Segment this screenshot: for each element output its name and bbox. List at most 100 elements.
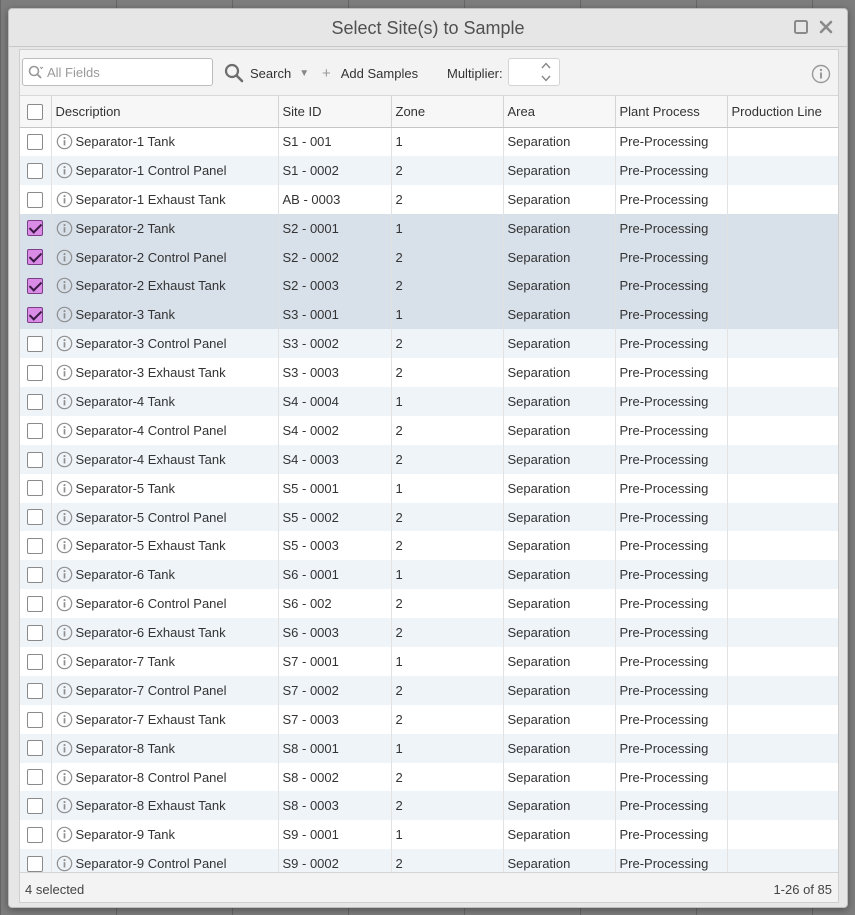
- table-row[interactable]: Separator-8 Tank S8 - 0001 1 Separation Pre-…: [20, 733, 838, 763]
- info-icon[interactable]: [56, 422, 73, 439]
- row-checkbox[interactable]: [27, 393, 43, 410]
- description-cell: Separator-7 Exhaust Tank: [51, 704, 279, 734]
- row-checkbox[interactable]: [27, 827, 43, 844]
- info-icon[interactable]: [56, 711, 73, 728]
- search-field[interactable]: [22, 58, 213, 86]
- info-icon[interactable]: [56, 364, 73, 381]
- table-row[interactable]: Separator-5 Exhaust Tank S5 - 0003 2 Separa…: [20, 531, 838, 561]
- row-checkbox[interactable]: [27, 422, 43, 439]
- row-checkbox[interactable]: [27, 595, 43, 612]
- row-checkbox[interactable]: [27, 711, 43, 728]
- spinner-up-icon[interactable]: [541, 62, 551, 69]
- info-icon[interactable]: [56, 509, 73, 526]
- table-row[interactable]: Separator-3 Exhaust Tank S3 - 0003 2 Separa…: [20, 358, 838, 388]
- column-header-plant-process[interactable]: Plant Process: [615, 96, 728, 128]
- row-checkbox[interactable]: [27, 307, 43, 324]
- row-checkbox[interactable]: [27, 335, 43, 352]
- table-row[interactable]: Separator-9 Control Panel S9 - 0002 2 Separ…: [20, 849, 838, 874]
- table-row[interactable]: Separator-1 Exhaust Tank AB - 0003 2 Separa…: [20, 184, 838, 214]
- table-row[interactable]: Separator-1 Tank S1 - 001 1 Separation Pre-P…: [20, 127, 838, 156]
- row-checkbox[interactable]: [27, 567, 43, 584]
- row-checkbox[interactable]: [27, 798, 43, 815]
- table-row[interactable]: Separator-2 Exhaust Tank S2 - 0003 2 Separa…: [20, 271, 838, 301]
- table-row[interactable]: Separator-5 Control Panel S5 - 0002 2 Separ…: [20, 502, 838, 532]
- dialog-titlebar[interactable]: Select Site(s) to Sample: [9, 9, 847, 47]
- close-button[interactable]: [817, 18, 835, 36]
- info-icon[interactable]: [56, 335, 73, 352]
- info-icon[interactable]: [56, 451, 73, 468]
- info-icon[interactable]: [56, 306, 73, 323]
- table-row[interactable]: Separator-9 Tank S9 - 0001 1 Separation Pre-…: [20, 820, 838, 850]
- info-icon[interactable]: [56, 682, 73, 699]
- row-checkbox[interactable]: [27, 653, 43, 670]
- table-row[interactable]: Separator-4 Exhaust Tank S4 - 0003 2 Separa…: [20, 444, 838, 474]
- row-checkbox[interactable]: [27, 249, 43, 266]
- search-input[interactable]: [47, 62, 207, 82]
- row-checkbox[interactable]: [27, 740, 43, 757]
- info-icon[interactable]: [56, 769, 73, 786]
- row-checkbox[interactable]: [27, 769, 43, 786]
- info-icon[interactable]: [56, 537, 73, 554]
- row-checkbox[interactable]: [27, 451, 43, 468]
- row-checkbox[interactable]: [27, 364, 43, 381]
- column-header-description[interactable]: Description: [51, 96, 279, 128]
- table-row[interactable]: Separator-7 Tank S7 - 0001 1 Separation Pre-…: [20, 647, 838, 676]
- chevron-down-icon[interactable]: ▼: [299, 68, 309, 79]
- table-row[interactable]: Separator-7 Control Panel S7 - 0002 2 Separ…: [20, 675, 838, 705]
- info-icon[interactable]: [56, 797, 73, 814]
- spinner-down-icon[interactable]: [541, 75, 551, 82]
- row-checkbox[interactable]: [27, 278, 43, 295]
- table-row[interactable]: Separator-4 Tank S4 - 0004 1 Separation Pre-…: [20, 387, 838, 416]
- row-checkbox[interactable]: [27, 480, 43, 497]
- table-row[interactable]: Separator-4 Control Panel S4 - 0002 2 Separ…: [20, 415, 838, 445]
- multiplier-stepper[interactable]: [508, 58, 560, 86]
- table-row[interactable]: Separator-2 Control Panel S2 - 0002 2 Separ…: [20, 242, 838, 272]
- info-icon[interactable]: [56, 277, 73, 294]
- column-header-area[interactable]: Area: [503, 96, 616, 128]
- info-icon[interactable]: [56, 220, 73, 237]
- row-checkbox[interactable]: [27, 509, 43, 526]
- table-row[interactable]: Separator-6 Exhaust Tank S6 - 0003 2 Separa…: [20, 618, 838, 648]
- info-icon[interactable]: [56, 595, 73, 612]
- table-row[interactable]: Separator-7 Exhaust Tank S7 - 0003 2 Separa…: [20, 704, 838, 734]
- info-icon[interactable]: [56, 162, 73, 179]
- row-checkbox[interactable]: [27, 538, 43, 555]
- maximize-button[interactable]: [792, 18, 810, 36]
- table-row[interactable]: Separator-3 Tank S3 - 0001 1 Separation Pre-…: [20, 300, 838, 330]
- add-samples-button[interactable]: + Add Samples: [322, 62, 418, 84]
- info-icon[interactable]: [56, 191, 73, 208]
- info-icon[interactable]: [56, 826, 73, 843]
- row-checkbox[interactable]: [27, 855, 43, 872]
- info-icon[interactable]: [56, 249, 73, 266]
- info-icon[interactable]: [56, 624, 73, 641]
- select-all-checkbox[interactable]: [27, 103, 43, 120]
- info-icon[interactable]: [56, 855, 73, 872]
- row-select-cell: [20, 560, 52, 590]
- column-header-production-line[interactable]: Production Line: [727, 96, 838, 128]
- info-icon[interactable]: [56, 393, 73, 410]
- row-checkbox[interactable]: [27, 682, 43, 699]
- search-button[interactable]: Search ▼: [224, 62, 309, 84]
- row-checkbox[interactable]: [27, 133, 43, 150]
- multiplier-spinner[interactable]: [539, 62, 553, 82]
- table-row[interactable]: Separator-2 Tank S2 - 0001 1 Separation Pre-…: [20, 213, 838, 243]
- row-checkbox[interactable]: [27, 191, 43, 208]
- info-icon[interactable]: [56, 740, 73, 757]
- info-icon[interactable]: [56, 480, 73, 497]
- table-row[interactable]: Separator-8 Exhaust Tank S8 - 0003 2 Separa…: [20, 791, 838, 821]
- info-icon[interactable]: [56, 566, 73, 583]
- info-button[interactable]: [811, 64, 831, 89]
- row-checkbox[interactable]: [27, 220, 43, 237]
- table-row[interactable]: Separator-5 Tank S5 - 0001 1 Separation Pre-…: [20, 473, 838, 503]
- table-row[interactable]: Separator-1 Control Panel S1 - 0002 2 Separ…: [20, 155, 838, 185]
- info-icon[interactable]: [56, 653, 73, 670]
- info-icon[interactable]: [56, 133, 73, 150]
- column-header-zone[interactable]: Zone: [391, 96, 504, 128]
- table-row[interactable]: Separator-6 Tank S6 - 0001 1 Separation Pre-…: [20, 560, 838, 590]
- table-row[interactable]: Separator-3 Control Panel S3 - 0002 2 Separ…: [20, 329, 838, 359]
- row-checkbox[interactable]: [27, 162, 43, 179]
- row-checkbox[interactable]: [27, 624, 43, 641]
- table-row[interactable]: Separator-6 Control Panel S6 - 002 2 Separa…: [20, 589, 838, 619]
- column-header-site-id[interactable]: Site ID: [278, 96, 392, 128]
- table-row[interactable]: Separator-8 Control Panel S8 - 0002 2 Separ…: [20, 762, 838, 792]
